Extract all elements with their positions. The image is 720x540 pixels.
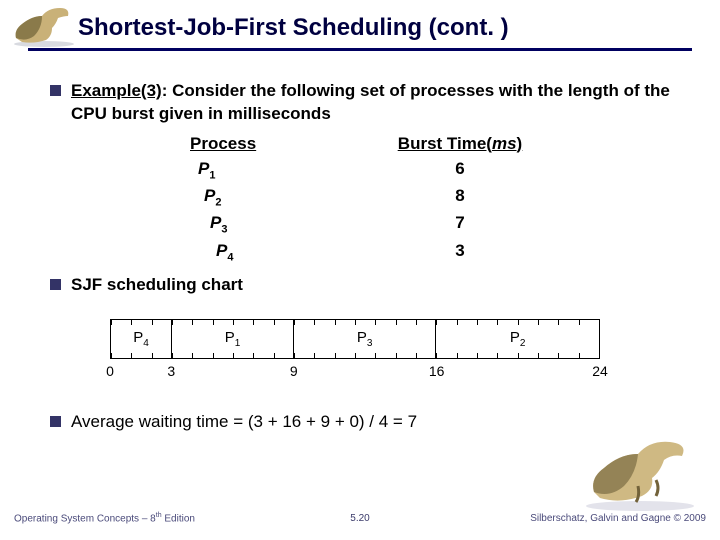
- bullet-sjf-text: SJF scheduling chart: [71, 274, 243, 297]
- gantt-segment: P1: [172, 320, 294, 358]
- gantt-axis-value: 3: [167, 363, 175, 379]
- table-header-row: Process Burst Time(ms): [190, 132, 680, 157]
- gantt-axis: 0391624: [110, 359, 600, 381]
- cell-process: P4: [190, 239, 370, 266]
- bullet-average: Average waiting time = (3 + 16 + 9 + 0) …: [50, 411, 680, 434]
- gantt-axis-value: 9: [290, 363, 298, 379]
- cell-burst: 6: [370, 157, 550, 184]
- gantt-axis-value: 16: [429, 363, 445, 379]
- cell-burst: 3: [370, 239, 550, 266]
- bullet-example: Example(3): Consider the following set o…: [50, 80, 680, 126]
- cell-process: P3: [190, 211, 370, 238]
- table-row: P37: [190, 211, 680, 238]
- col-burst-header: Burst Time(ms): [370, 132, 550, 157]
- gantt-bar: P4P1P3P2: [110, 319, 600, 359]
- gantt-segment: P3: [294, 320, 436, 358]
- title-divider: [28, 48, 692, 51]
- bullet-icon: [50, 416, 61, 427]
- cell-process: P2: [190, 184, 370, 211]
- gantt-segment: P4: [111, 320, 172, 358]
- average-wait-text: Average waiting time = (3 + 16 + 9 + 0) …: [71, 411, 417, 434]
- gantt-axis-value: 0: [106, 363, 114, 379]
- bullet-icon: [50, 85, 61, 96]
- slide-content: Example(3): Consider the following set o…: [50, 80, 680, 440]
- gantt-axis-value: 24: [592, 363, 608, 379]
- footer-copyright: Silberschatz, Galvin and Gagne © 2009: [530, 513, 706, 524]
- process-table: Process Burst Time(ms) P16P28P37P43: [190, 132, 680, 266]
- dinosaur-left-icon: [8, 2, 78, 48]
- bullet-example-text: Example(3): Consider the following set o…: [71, 80, 680, 126]
- bullet-icon: [50, 279, 61, 290]
- cell-burst: 7: [370, 211, 550, 238]
- table-row: P43: [190, 239, 680, 266]
- slide-header: Shortest-Job-First Scheduling (cont. ): [0, 0, 720, 60]
- cell-process: P1: [190, 157, 370, 184]
- slide-title: Shortest-Job-First Scheduling (cont. ): [78, 14, 509, 42]
- footer-left: Operating System Concepts – 8th Edition: [14, 512, 195, 524]
- example-label: Example(3): [71, 81, 162, 100]
- gantt-chart: P4P1P3P2 0391624: [110, 319, 600, 381]
- footer-page-number: 5.20: [350, 513, 369, 524]
- dinosaur-right-icon: [580, 432, 700, 512]
- table-row: P28: [190, 184, 680, 211]
- table-row: P16: [190, 157, 680, 184]
- gantt-segment: P2: [436, 320, 599, 358]
- cell-burst: 8: [370, 184, 550, 211]
- col-process-header: Process: [190, 132, 370, 157]
- bullet-sjf-chart: SJF scheduling chart: [50, 274, 680, 297]
- example-desc: : Consider the following set of processe…: [71, 81, 670, 123]
